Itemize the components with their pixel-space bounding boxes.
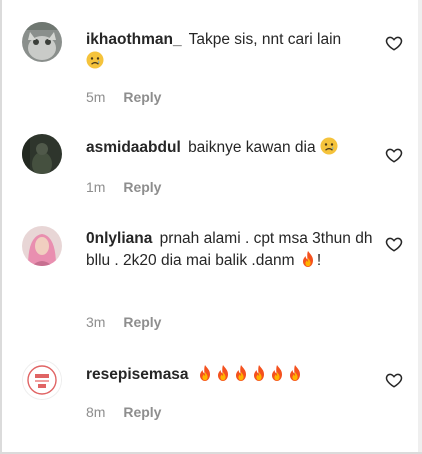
comment-body: resepisemasa bbox=[86, 364, 376, 386]
comment-username[interactable]: asmidaabdul bbox=[86, 139, 181, 156]
heart-outline-icon[interactable] bbox=[385, 235, 403, 253]
emoji-row bbox=[196, 364, 304, 386]
comment-username[interactable]: resepisemasa bbox=[86, 366, 189, 383]
reply-button[interactable]: Reply bbox=[123, 89, 161, 105]
comment-meta: 8m Reply bbox=[86, 404, 161, 420]
avatar[interactable] bbox=[22, 22, 62, 62]
comment-meta: 5m Reply bbox=[86, 89, 161, 105]
left-border bbox=[0, 0, 2, 454]
comment-time[interactable]: 5m bbox=[86, 89, 105, 105]
heart-outline-icon[interactable] bbox=[385, 34, 403, 52]
comment-body: asmidaabdul baiknye kawan dia bbox=[86, 137, 376, 159]
avatar[interactable] bbox=[22, 134, 62, 174]
comment-time[interactable]: 1m bbox=[86, 179, 105, 195]
comment-time[interactable]: 8m bbox=[86, 404, 105, 420]
fire-icon bbox=[196, 364, 214, 382]
reply-button[interactable]: Reply bbox=[123, 179, 161, 195]
comment-body: ikhaothman_ Takpe sis, nnt cari lain bbox=[86, 29, 376, 73]
avatar[interactable] bbox=[22, 226, 62, 266]
fire-icon bbox=[214, 364, 232, 382]
comment-text: baiknye kawan dia bbox=[188, 139, 316, 156]
fire-icon bbox=[268, 364, 286, 382]
heart-outline-icon[interactable] bbox=[385, 146, 403, 164]
comment-meta: 1m Reply bbox=[86, 179, 161, 195]
fire-icon bbox=[286, 364, 304, 382]
sad-face-icon bbox=[86, 51, 104, 69]
heart-outline-icon[interactable] bbox=[385, 371, 403, 389]
comment-body: 0nlyliana prnah alami . cpt msa 3thun dh… bbox=[86, 228, 376, 272]
comment-time[interactable]: 3m bbox=[86, 314, 105, 330]
comment-username[interactable]: 0nlyliana bbox=[86, 230, 152, 247]
fire-icon bbox=[299, 250, 317, 268]
comment-text: Takpe sis, nnt cari lain bbox=[188, 31, 342, 48]
comment-text-end: ! bbox=[316, 252, 322, 269]
reply-button[interactable]: Reply bbox=[123, 404, 161, 420]
comment-username[interactable]: ikhaothman_ bbox=[86, 31, 182, 48]
reply-button[interactable]: Reply bbox=[123, 314, 161, 330]
comment-meta: 3m Reply bbox=[86, 314, 161, 330]
fire-icon bbox=[250, 364, 268, 382]
sad-face-icon bbox=[320, 137, 338, 155]
avatar[interactable] bbox=[22, 360, 62, 400]
fire-icon bbox=[232, 364, 250, 382]
right-scrollbar-track[interactable] bbox=[418, 0, 422, 454]
